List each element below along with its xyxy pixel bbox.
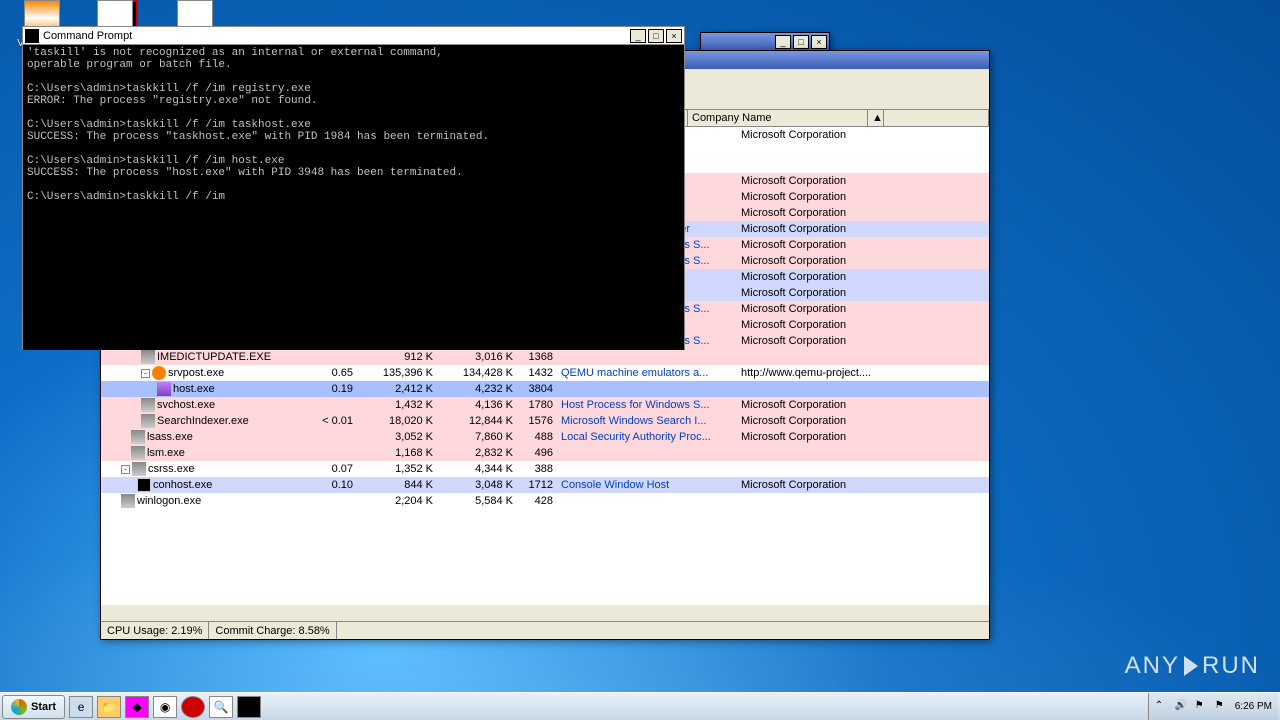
scroll-up[interactable]: ▲ [868,110,884,126]
maximize-button[interactable]: □ [648,29,664,43]
process-row[interactable]: lsass.exe3,052 K7,860 K488Local Security… [101,429,989,445]
anyrun-watermark: ANYRUN [1125,652,1260,680]
process-row[interactable]: conhost.exe0.10844 K3,048 K1712Console W… [101,477,989,493]
process-name: srvpost.exe [168,367,224,379]
process-icon [137,478,151,492]
taskbar-chrome-icon[interactable]: ◉ [153,696,177,718]
process-row[interactable]: winlogon.exe2,204 K5,584 K428 [101,493,989,509]
terminal-output[interactable]: 'taskill' is not recognized as an intern… [23,45,684,350]
windows-orb-icon [11,699,27,715]
command-prompt-window[interactable]: Command Prompt _ □ × 'taskill' is not re… [22,26,685,350]
process-row[interactable]: svchost.exe1,432 K4,136 K1780Host Proces… [101,397,989,413]
process-icon [131,446,145,460]
process-icon [131,430,145,444]
tray-flag-icon[interactable]: ⚑ [1215,700,1229,714]
taskbar-cmd-icon[interactable] [237,696,261,718]
window-title: Command Prompt [43,30,132,42]
tray-volume-icon[interactable]: 🔊 [1175,700,1189,714]
system-tray[interactable]: ⌃ 🔊 ⚑ ⚑ 6:26 PM [1148,693,1278,720]
tree-toggle[interactable]: - [141,369,150,378]
background-window: _□× [700,32,830,52]
process-name: lsass.exe [147,431,193,443]
status-bar: CPU Usage: 2.19% Commit Charge: 8.58% [101,621,989,639]
cmd-icon [25,29,39,43]
taskbar-app-icon[interactable]: 🔍 [209,696,233,718]
process-row[interactable]: SearchIndexer.exe< 0.0118,020 K12,844 K1… [101,413,989,429]
tray-flag-icon[interactable]: ⚑ [1195,700,1209,714]
process-icon [141,398,155,412]
minimize-button[interactable]: _ [630,29,646,43]
process-icon [141,414,155,428]
process-name: IMEDICTUPDATE.EXE [157,351,271,363]
taskbar-app-icon[interactable]: ◆ [125,696,149,718]
process-name: host.exe [173,383,215,395]
taskbar-opera-icon[interactable] [181,696,205,718]
process-row[interactable]: host.exe0.192,412 K4,232 K3804 [101,381,989,397]
process-row[interactable]: IMEDICTUPDATE.EXE912 K3,016 K1368 [101,349,989,365]
play-icon [1184,656,1198,676]
status-commit: Commit Charge: 8.58% [209,622,336,639]
titlebar[interactable]: Command Prompt _ □ × [23,27,684,45]
min-button[interactable]: _ [775,35,791,49]
max-button[interactable]: □ [793,35,809,49]
process-icon [157,382,171,396]
taskbar-explorer-icon[interactable]: 📁 [97,696,121,718]
taskbar-ie-icon[interactable]: e [69,696,93,718]
process-name: lsm.exe [147,447,185,459]
start-button[interactable]: Start [2,695,65,719]
process-name: conhost.exe [153,479,212,491]
process-row[interactable]: -srvpost.exe0.65135,396 K134,428 K1432QE… [101,365,989,381]
process-name: csrss.exe [148,463,194,475]
process-row[interactable]: -csrss.exe0.071,352 K4,344 K388 [101,461,989,477]
status-cpu: CPU Usage: 2.19% [101,622,209,639]
tray-chevron-icon[interactable]: ⌃ [1155,700,1169,714]
process-icon [141,350,155,364]
tray-clock[interactable]: 6:26 PM [1235,701,1272,712]
taskbar[interactable]: Start e 📁 ◆ ◉ 🔍 ⌃ 🔊 ⚑ ⚑ 6:26 PM [0,692,1280,720]
process-icon [121,494,135,508]
process-icon [152,366,166,380]
close-button[interactable]: × [811,35,827,49]
tree-toggle[interactable]: - [121,465,130,474]
close-button[interactable]: × [666,29,682,43]
process-row[interactable]: lsm.exe1,168 K2,832 K496 [101,445,989,461]
process-name: svchost.exe [157,399,215,411]
process-name: SearchIndexer.exe [157,415,249,427]
col-company[interactable]: Company Name [688,110,868,126]
process-icon [132,462,146,476]
process-name: winlogon.exe [137,495,201,507]
